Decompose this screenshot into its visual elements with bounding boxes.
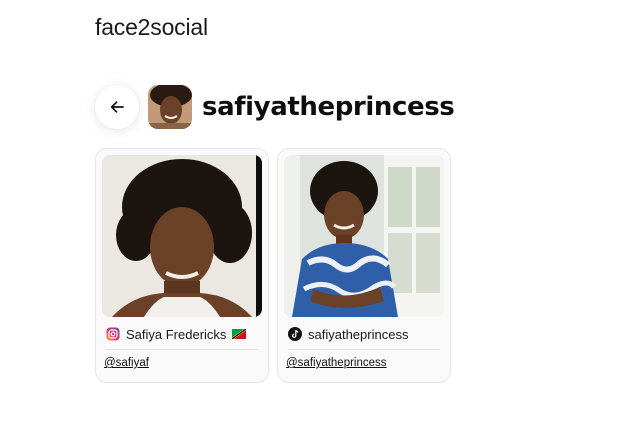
instagram-display-name: Safiya Fredericks	[126, 326, 227, 342]
saint-kitts-and-nevis-flag-icon	[232, 329, 247, 339]
instagram-handle-link[interactable]: @safiyaf	[102, 357, 262, 369]
profile-avatar	[148, 85, 192, 129]
tiktok-icon	[288, 327, 302, 341]
tiktok-account-card[interactable]: safiyatheprincess @safiyatheprincess	[277, 148, 451, 383]
arrow-left-icon	[110, 101, 124, 113]
tiktok-handle-link[interactable]: @safiyatheprincess	[284, 357, 444, 369]
instagram-icon	[106, 327, 120, 341]
card-divider	[288, 349, 440, 350]
tiktok-profile-photo	[284, 155, 444, 317]
card-divider	[106, 349, 258, 350]
social-accounts-list: Safiya Fredericks @safiyaf safiyatheprin…	[95, 148, 451, 383]
instagram-name-row: Safiya Fredericks	[102, 321, 262, 347]
back-button[interactable]	[95, 85, 139, 129]
instagram-profile-photo	[102, 155, 262, 317]
tiktok-display-name: safiyatheprincess	[308, 326, 409, 342]
tiktok-name-row: safiyatheprincess	[284, 321, 444, 347]
brand-logo-text: face2social	[95, 14, 208, 40]
profile-username: safiyatheprincess	[202, 92, 455, 122]
instagram-account-card[interactable]: Safiya Fredericks @safiyaf	[95, 148, 269, 383]
profile-header: safiyatheprincess	[95, 84, 455, 130]
